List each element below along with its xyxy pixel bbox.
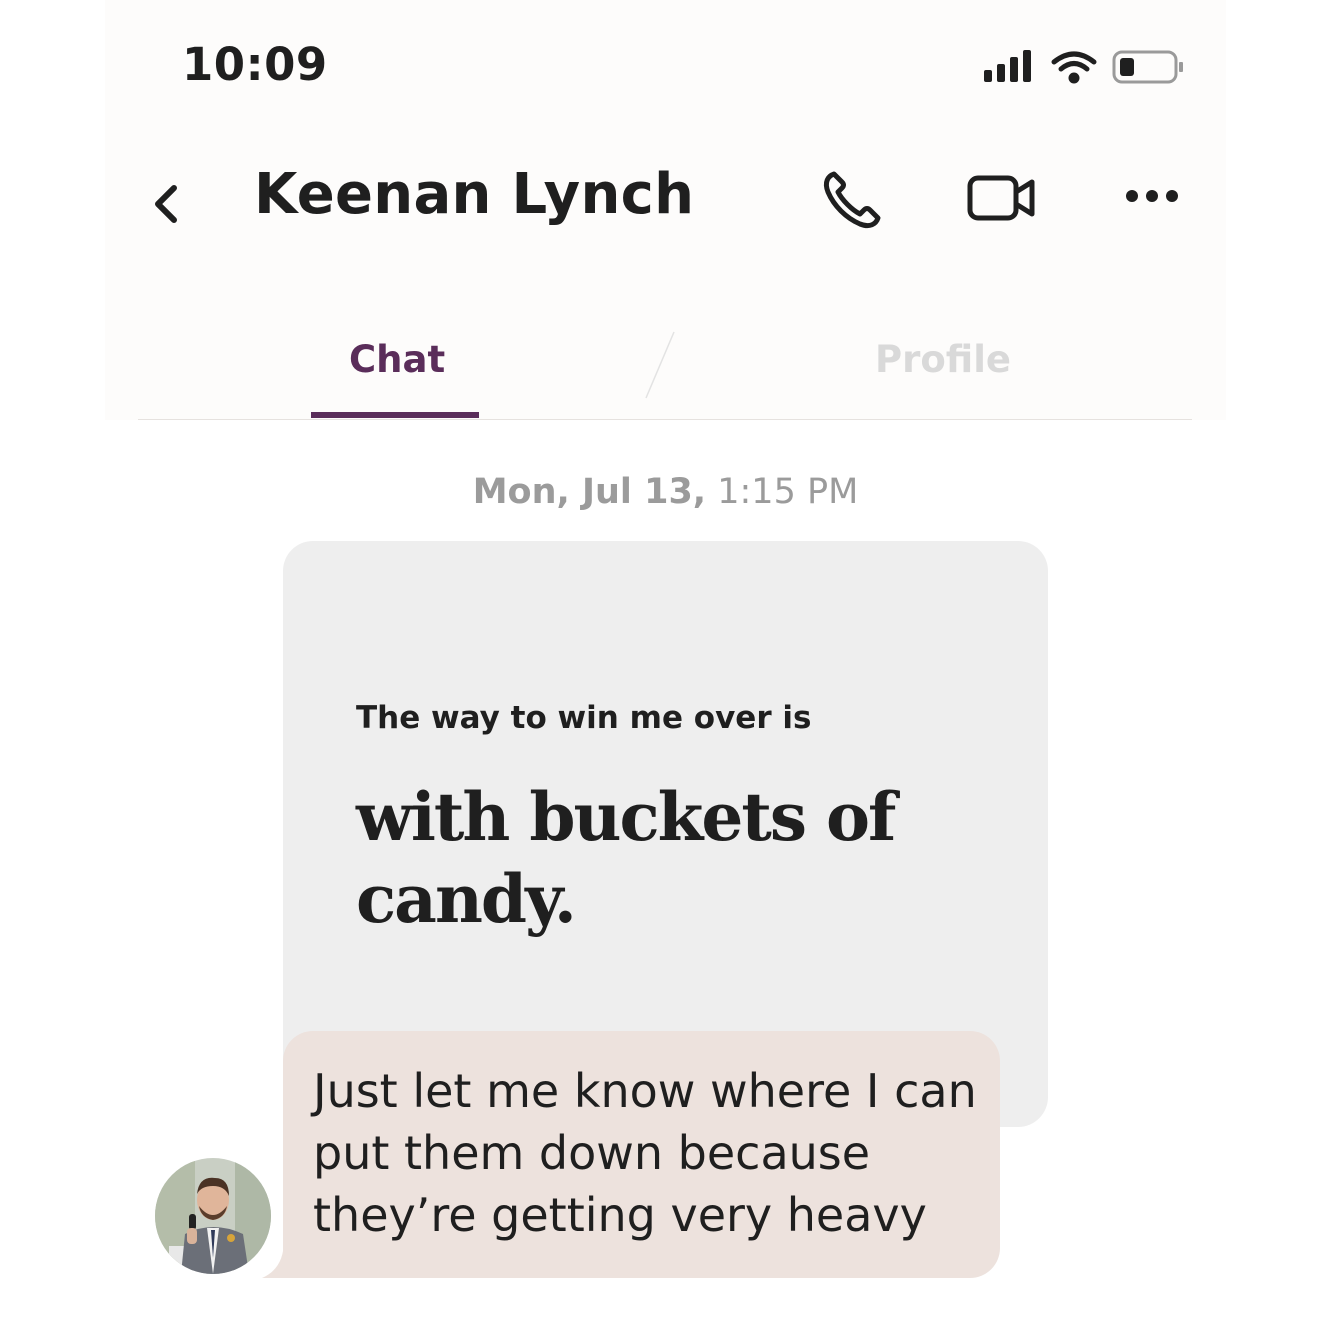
phone-icon[interactable] [812,160,892,240]
active-tab-indicator [311,412,479,418]
wifi-icon [1051,51,1097,84]
message-text: Just let me know where I can put them do… [313,1064,977,1242]
battery-icon [1112,50,1183,84]
timestamp-time: 1:15 PM [717,472,859,512]
tab-divider [645,331,675,399]
contact-name: Keenan Lynch [254,162,695,227]
header-divider [138,419,1192,420]
tab-chat[interactable]: Chat [349,338,445,381]
video-camera-icon[interactable] [962,160,1042,240]
prompt-answer: with buckets of candy. [356,778,896,938]
chat-screen: 10:09 Keenan Lynch Chat Profile Mon, Jul… [0,0,1331,1331]
cellular-signal-icon [984,50,1031,82]
status-time: 10:09 [182,38,328,91]
message-timestamp: Mon, Jul 13, 1:15 PM [0,472,1331,512]
prompt-question: The way to win me over is [356,700,812,736]
avatar[interactable] [155,1158,271,1274]
chevron-left-icon[interactable] [138,172,198,232]
timestamp-day: Mon, Jul 13, [472,472,707,512]
status-icons [984,50,1183,84]
tab-profile[interactable]: Profile [875,338,1011,381]
more-icon[interactable] [1112,160,1192,240]
